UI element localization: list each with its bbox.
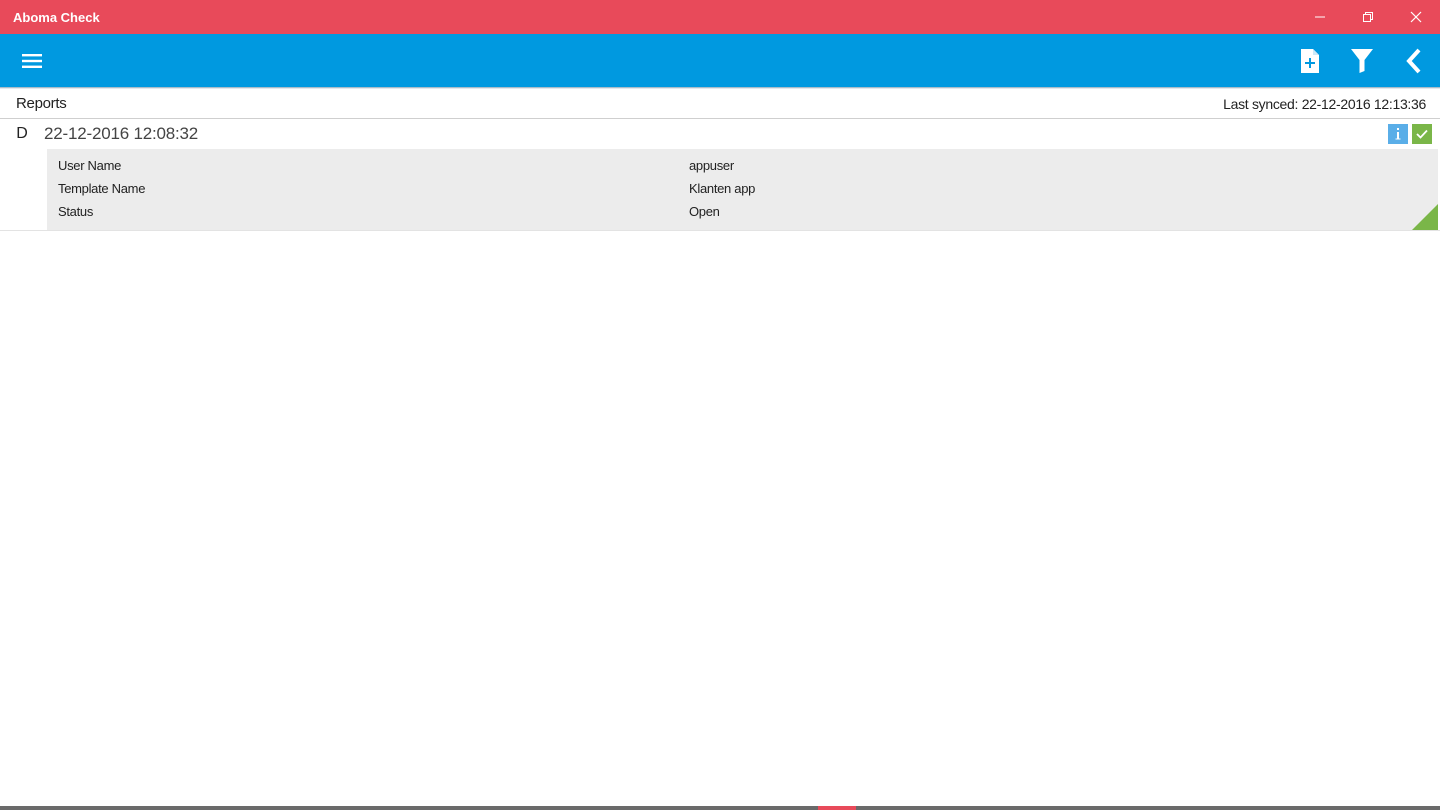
detail-row-template-name: Template Name Klanten app: [47, 177, 1438, 200]
detail-label: User Name: [58, 158, 122, 173]
checkmark-icon: [1416, 129, 1428, 139]
minimize-icon: [1315, 16, 1325, 18]
detail-value: Open: [689, 204, 720, 219]
report-info-button[interactable]: [1388, 124, 1408, 144]
report-details: User Name appuser Template Name Klanten …: [47, 149, 1438, 230]
back-arrow-icon: [1406, 48, 1421, 73]
report-details-wrapper: User Name appuser Template Name Klanten …: [0, 149, 1440, 231]
report-complete-button[interactable]: [1412, 124, 1432, 144]
reports-header: Reports Last synced: 22-12-2016 12:13:36: [0, 89, 1440, 119]
report-header-row: D 22-12-2016 12:08:32: [0, 119, 1440, 149]
restore-icon: [1363, 12, 1373, 22]
close-button[interactable]: [1392, 0, 1440, 34]
menu-button[interactable]: [0, 34, 64, 87]
detail-label: Status: [58, 204, 94, 219]
detail-row-status: Status Open: [47, 200, 1438, 223]
detail-row-user-name: User Name appuser: [47, 154, 1438, 177]
close-icon: [1410, 11, 1422, 23]
filter-icon: [1351, 48, 1373, 73]
app-title: Aboma Check: [13, 9, 100, 25]
minimize-button[interactable]: [1296, 0, 1344, 34]
restore-button[interactable]: [1344, 0, 1392, 34]
report-list-item[interactable]: D 22-12-2016 12:08:32 User Name appuser: [0, 119, 1440, 231]
new-document-icon: [1301, 48, 1319, 73]
taskbar-edge: [0, 806, 1440, 810]
new-report-button[interactable]: [1284, 34, 1336, 87]
status-corner-marker: [1412, 204, 1438, 230]
detail-value: Klanten app: [689, 181, 756, 196]
filter-button[interactable]: [1336, 34, 1388, 87]
page-title: Reports: [16, 95, 67, 112]
back-button[interactable]: [1388, 34, 1440, 87]
app-bar: [0, 34, 1440, 87]
hamburger-menu-icon: [22, 53, 42, 68]
title-bar: Aboma Check: [0, 0, 1440, 34]
detail-value: appuser: [689, 158, 734, 173]
last-synced-label: Last synced: 22-12-2016 12:13:36: [1223, 95, 1426, 112]
detail-label: Template Name: [58, 181, 146, 196]
info-icon: [1395, 128, 1401, 140]
report-type-letter: D: [16, 125, 28, 142]
report-actions: [1388, 124, 1440, 144]
taskbar-accent: [818, 806, 856, 810]
report-date: 22-12-2016 12:08:32: [44, 124, 199, 143]
